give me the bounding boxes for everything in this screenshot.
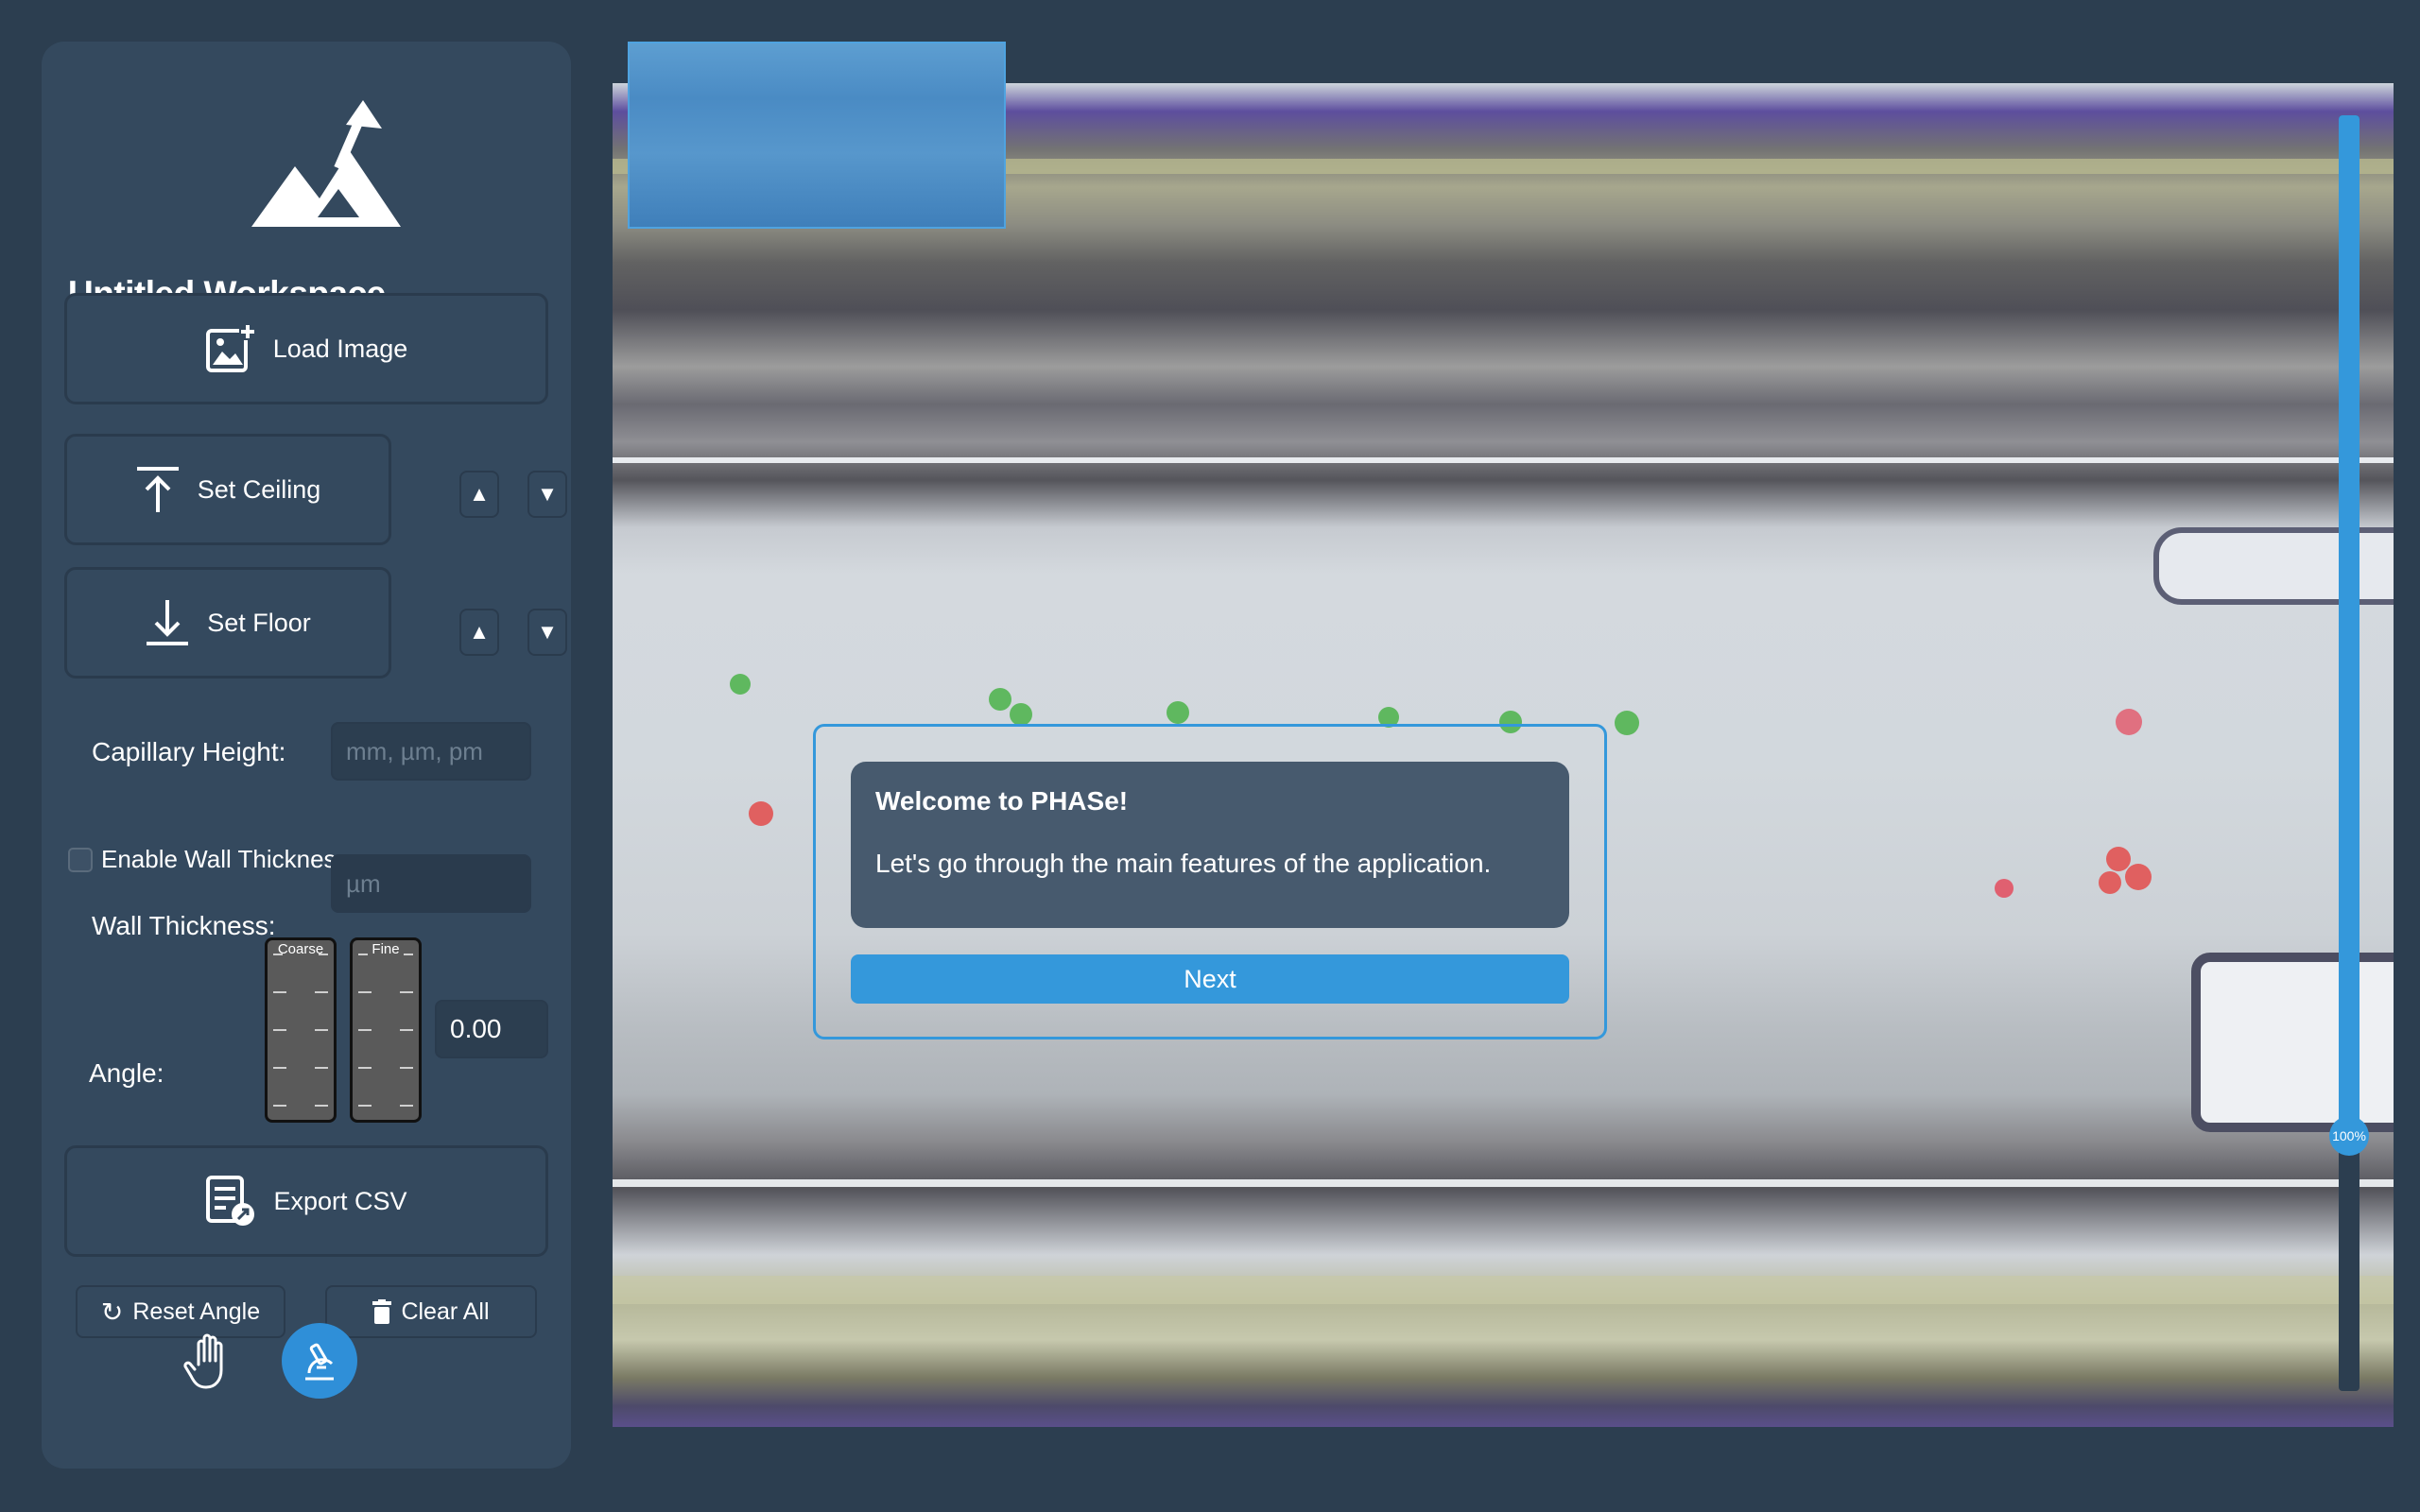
- load-image-button[interactable]: Load Image: [64, 293, 548, 404]
- dial-tick: [358, 1029, 372, 1031]
- dial-tick: [273, 1029, 286, 1031]
- droplet-marker-green: [989, 688, 1011, 711]
- coarse-angle-dial[interactable]: Coarse: [265, 937, 337, 1123]
- hand-icon[interactable]: [183, 1332, 242, 1391]
- clear-all-label: Clear All: [401, 1297, 490, 1325]
- capillary-stripe: [613, 1276, 2394, 1304]
- capillary-stripe: [613, 1179, 2394, 1187]
- load-image-label: Load Image: [272, 334, 408, 363]
- zoom-slider-handle[interactable]: 100%: [2329, 1116, 2369, 1156]
- dial-tick: [315, 1029, 328, 1031]
- tour-next-button[interactable]: Next: [851, 954, 1569, 1004]
- dial-tick: [400, 991, 413, 993]
- tour-title: Welcome to PHASe!: [875, 786, 1129, 816]
- dial-tick: [273, 954, 283, 955]
- ceiling-down-button[interactable]: ▼: [527, 471, 567, 518]
- droplet-marker-red: [2106, 847, 2131, 871]
- tour-dialog: Welcome to PHASe! Let's go through the m…: [851, 762, 1569, 928]
- measure-tool-button[interactable]: [282, 1323, 357, 1399]
- dial-tick: [319, 954, 328, 955]
- zoom-slider-fill: [2339, 115, 2360, 1136]
- dial-tick: [273, 1105, 286, 1107]
- droplet-marker-green: [1615, 711, 1639, 735]
- export-csv-label: Export CSV: [273, 1186, 407, 1215]
- set-floor-label: Set Floor: [207, 608, 311, 637]
- set-floor-button[interactable]: Set Floor: [64, 567, 391, 679]
- microscope-icon: [305, 1343, 334, 1381]
- angle-label: Angle:: [89, 1058, 164, 1088]
- droplet-marker-red: [1995, 879, 2014, 898]
- app-logo-icon: [251, 100, 401, 227]
- enable-wall-thickness-label: Enable Wall Thickness: [101, 845, 349, 873]
- ceiling-up-button[interactable]: ▲: [459, 471, 499, 518]
- image-add-icon: [205, 323, 256, 372]
- enable-wall-thickness-checkbox[interactable]: [68, 848, 93, 872]
- droplet-marker-red: [749, 801, 773, 826]
- clear-all-button[interactable]: Clear All: [325, 1285, 537, 1338]
- angle-value-input[interactable]: [435, 1000, 548, 1058]
- dial-tick: [358, 1105, 372, 1107]
- droplet-marker-red: [2125, 864, 2152, 890]
- capillary-height-label: Capillary Height:: [92, 737, 286, 766]
- arrow-down-to-line-icon: [147, 600, 189, 645]
- dial-tick: [315, 1067, 328, 1069]
- set-ceiling-button[interactable]: Set Ceiling: [64, 434, 391, 545]
- dial-tick: [400, 1067, 413, 1069]
- droplet-marker-green: [730, 674, 751, 695]
- droplet-marker-red: [2116, 709, 2142, 735]
- dial-tick: [315, 991, 328, 993]
- export-csv-icon: [206, 1176, 255, 1226]
- wall-thickness-label: Wall Thickness:: [92, 911, 276, 940]
- droplet-marker-red: [2099, 871, 2121, 894]
- dial-tick: [404, 954, 413, 955]
- set-ceiling-label: Set Ceiling: [197, 474, 321, 504]
- dial-tick: [273, 991, 286, 993]
- export-csv-button[interactable]: Export CSV: [64, 1145, 548, 1257]
- trash-icon: [372, 1299, 392, 1324]
- droplet-marker-green: [1167, 701, 1189, 724]
- tour-text: Let's go through the main features of th…: [875, 849, 1492, 878]
- rotate-icon: ↻: [100, 1297, 124, 1327]
- zoom-slider[interactable]: 100%: [2329, 115, 2369, 1391]
- arrow-up-to-line-icon: [136, 467, 179, 512]
- dial-tick: [400, 1029, 413, 1031]
- reset-angle-button[interactable]: ↻ Reset Angle: [76, 1285, 285, 1338]
- fine-angle-dial[interactable]: Fine: [350, 937, 422, 1123]
- capillary-height-input[interactable]: [331, 722, 531, 781]
- reset-angle-label: Reset Angle: [132, 1297, 261, 1325]
- sidebar: Untitled Workspace Load Image Set Ceilin…: [42, 42, 571, 1469]
- capillary-stripe: [613, 457, 2394, 463]
- capillary-end-bright: [2191, 953, 2394, 1132]
- dial-tick: [358, 954, 368, 955]
- dial-tick: [315, 1105, 328, 1107]
- minimap[interactable]: [628, 42, 1006, 229]
- droplet-marker-green: [1010, 703, 1032, 726]
- wall-thickness-input[interactable]: [331, 854, 531, 913]
- dial-tick: [400, 1105, 413, 1107]
- floor-down-button[interactable]: ▼: [527, 609, 567, 656]
- floor-up-button[interactable]: ▲: [459, 609, 499, 656]
- dial-tick: [358, 1067, 372, 1069]
- dial-tick: [273, 1067, 286, 1069]
- dial-tick: [358, 991, 372, 993]
